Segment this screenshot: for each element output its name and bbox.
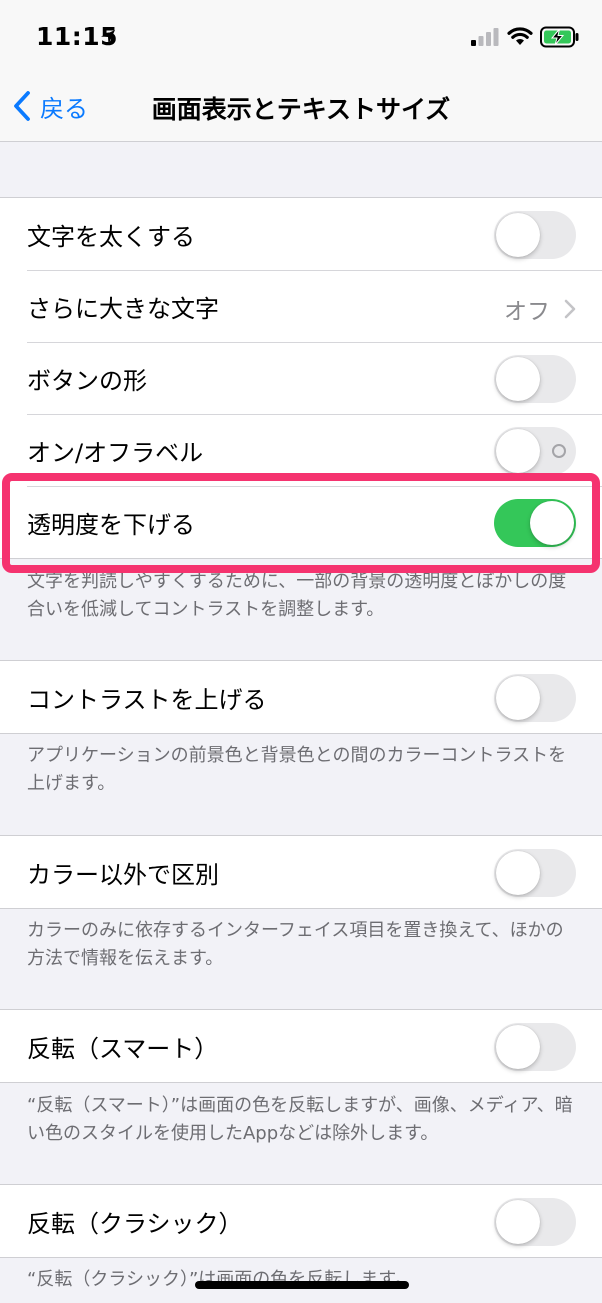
reduce-transparency-footer: 文字を判読しやすくするために、一部の背景の透明度とぼかしの度合いを低減してコント… <box>27 571 567 620</box>
bold-text-row: 文字を太くする <box>0 198 602 270</box>
home-indicator <box>195 1281 409 1289</box>
bold-text-toggle[interactable] <box>494 211 576 259</box>
toggle-knob <box>530 501 574 545</box>
smart-invert-row: 反転（スマート） <box>0 1010 602 1082</box>
toggle-knob <box>496 851 540 895</box>
bold-text-label: 文字を太くする <box>27 222 195 251</box>
increase-contrast-row: コントラストを上げる <box>0 661 602 733</box>
increase-contrast-label: コントラストを上げる <box>27 685 267 714</box>
page-title: 画面表示とテキストサイズ <box>151 95 451 124</box>
button-shapes-label: ボタンの形 <box>27 366 147 395</box>
classic-invert-label: 反転（クラシック） <box>27 1209 243 1238</box>
toggle-knob <box>496 213 540 257</box>
increase-contrast-toggle[interactable] <box>494 674 576 722</box>
differentiate-without-color-row: カラー以外で区別 <box>0 836 602 908</box>
toggle-knob <box>496 357 540 401</box>
increase-contrast-footer: アプリケーションの前景色と背景色との間のカラーコントラストを上げます。 <box>27 745 567 794</box>
classic-invert-group: 反転（クラシック） <box>0 1184 602 1258</box>
toggle-knob <box>496 1025 540 1069</box>
smart-invert-label: 反転（スマート） <box>27 1034 219 1063</box>
larger-text-label: さらに大きな文字 <box>27 294 219 323</box>
larger-text-detail[interactable]: オフ <box>504 292 576 326</box>
button-shapes-toggle[interactable] <box>494 355 576 403</box>
smart-invert-toggle[interactable] <box>494 1023 576 1071</box>
button-shapes-row: ボタンの形 <box>0 342 602 414</box>
on-off-labels-row: オン/オフラベル <box>0 414 602 486</box>
battery-charging-icon <box>540 26 579 48</box>
differentiate-without-color-label: カラー以外で区別 <box>27 860 219 889</box>
classic-invert-row: 反転（クラシック） <box>0 1185 602 1257</box>
larger-text-row[interactable]: さらに大きな文字 オフ <box>0 270 602 342</box>
toggle-knob <box>496 1200 540 1244</box>
cellular-signal-icon <box>471 28 499 46</box>
status-bar: 11:15 <box>0 0 602 72</box>
toggle-knob <box>496 429 540 473</box>
reduce-transparency-label: 透明度を下げる <box>27 510 195 539</box>
differentiate-group: カラー以外で区別 <box>0 835 602 909</box>
on-off-labels-toggle[interactable] <box>494 427 576 475</box>
toggle-knob <box>496 676 540 720</box>
differentiate-without-color-toggle[interactable] <box>494 849 576 897</box>
reduce-transparency-row: 透明度を下げる <box>0 486 602 558</box>
smart-invert-footer: “反転（スマート）”は画面の色を反転しますが、画像、メディア、暗い色のスタイルを… <box>27 1095 573 1144</box>
off-label-icon <box>552 444 566 458</box>
settings-screen: 11:15 戻る 画面表示とテキストサイズ 文字を太くする さらに大きな文字 オ… <box>0 0 602 1303</box>
smart-invert-group: 反転（スマート） <box>0 1009 602 1083</box>
classic-invert-toggle[interactable] <box>494 1198 576 1246</box>
reduce-transparency-toggle[interactable] <box>494 499 576 547</box>
wifi-icon <box>507 27 533 45</box>
chevron-right-icon <box>564 299 576 319</box>
on-off-labels-label: オン/オフラベル <box>27 438 204 467</box>
location-arrow-icon <box>101 30 115 44</box>
classic-invert-footer: “反転（クラシック）”は画面の色を反転します。 <box>27 1269 413 1290</box>
differentiate-without-color-footer: カラーのみに依存するインターフェイス項目を置き換えて、ほかの方法で情報を伝えます… <box>27 920 564 969</box>
contrast-group: コントラストを上げる <box>0 660 602 734</box>
navigation-bar: 戻る 画面表示とテキストサイズ <box>0 72 602 142</box>
display-options-group: 文字を太くする さらに大きな文字 オフ ボタンの形 オン/オフラベル 透明度を下… <box>0 197 602 559</box>
larger-text-value: オフ <box>504 299 550 325</box>
